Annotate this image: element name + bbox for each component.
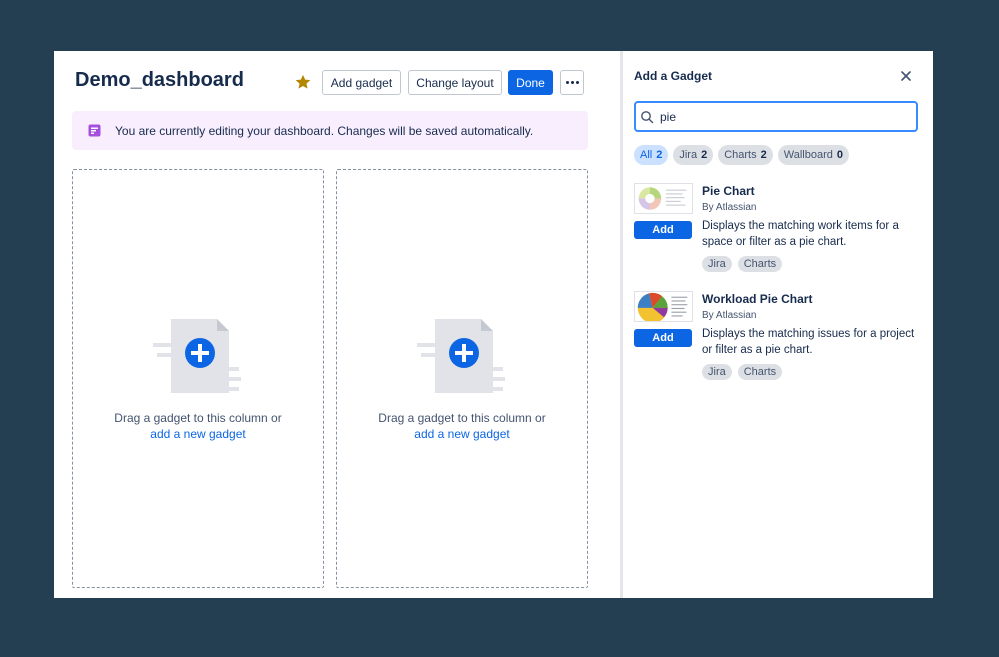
gadget-description: Displays the matching work items for a s…: [702, 220, 899, 248]
dashboard-window: Demo_dashboard Add gadget Change layout …: [54, 51, 933, 598]
done-button[interactable]: Done: [508, 70, 553, 95]
page-title: Demo_dashboard: [75, 69, 244, 91]
pie-chart-thumbnail: [634, 183, 693, 214]
gadget-result-pie-chart: Add Pie Chart By Atlassian Displays the …: [634, 183, 924, 283]
category-filters: All 2 Jira 2 Charts 2 Wallboard 0: [634, 145, 849, 165]
gadget-tags: Jira Charts: [702, 256, 783, 272]
filter-chip-jira[interactable]: Jira 2: [673, 145, 714, 165]
filter-label: All: [640, 149, 653, 161]
drag-instruction: Drag a gadget to this column or: [378, 411, 546, 425]
add-new-gadget-link[interactable]: add a new gadget: [337, 426, 587, 442]
filter-count: 0: [836, 149, 843, 161]
more-icon: [565, 81, 579, 84]
filter-label: Wallboard: [783, 149, 833, 161]
add-gadget-button[interactable]: Add gadget: [322, 70, 401, 95]
dashboard-editor: Demo_dashboard Add gadget Change layout …: [54, 51, 620, 598]
dashboard-column-1[interactable]: Drag a gadget to this column or add a ne…: [72, 169, 324, 588]
add-workload-pie-chart-button[interactable]: Add: [634, 329, 692, 347]
add-pie-chart-button[interactable]: Add: [634, 221, 692, 239]
tag-jira: Jira: [702, 364, 732, 380]
add-new-gadget-link[interactable]: add a new gadget: [73, 426, 323, 442]
filter-chip-all[interactable]: All 2: [634, 145, 669, 165]
filter-count: 2: [656, 149, 663, 161]
search-icon: [641, 110, 654, 123]
add-gadget-illustration-icon: [417, 319, 505, 393]
close-icon[interactable]: [899, 69, 913, 83]
gadget-result-workload-pie-chart: Add Workload Pie Chart By Atlassian Disp…: [634, 291, 924, 391]
filter-label: Jira: [679, 149, 698, 161]
editing-banner: You are currently editing your dashboard…: [72, 111, 588, 150]
column-empty-text: Drag a gadget to this column or add a ne…: [73, 410, 323, 442]
banner-text: You are currently editing your dashboard…: [115, 123, 534, 138]
gadget-author: By Atlassian: [702, 310, 757, 321]
more-actions-button[interactable]: [560, 70, 584, 95]
tag-charts: Charts: [737, 256, 783, 272]
gadget-name: Pie Chart: [702, 184, 755, 198]
add-gadget-illustration-icon: [153, 319, 241, 393]
star-icon[interactable]: [294, 73, 312, 91]
tag-charts: Charts: [737, 364, 783, 380]
drag-instruction: Drag a gadget to this column or: [114, 411, 282, 425]
gadget-search-input[interactable]: [660, 109, 890, 124]
gadget-name: Workload Pie Chart: [702, 292, 813, 306]
panel-title: Add a Gadget: [634, 69, 713, 83]
workload-pie-chart-thumbnail: [634, 291, 693, 322]
gadget-search-box[interactable]: [634, 101, 918, 132]
gadget-tags: Jira Charts: [702, 364, 783, 380]
dashboard-column-2[interactable]: Drag a gadget to this column or add a ne…: [336, 169, 588, 588]
edit-note-icon: [88, 124, 101, 137]
filter-chip-wallboard[interactable]: Wallboard 0: [777, 145, 849, 165]
add-gadget-panel: Add a Gadget All 2 Jira 2 Charts 2: [623, 51, 933, 598]
gadget-description: Displays the matching issues for a proje…: [702, 328, 915, 356]
filter-count: 2: [760, 149, 767, 161]
filter-count: 2: [701, 149, 708, 161]
filter-label: Charts: [724, 149, 757, 161]
tag-jira: Jira: [702, 256, 732, 272]
column-empty-text: Drag a gadget to this column or add a ne…: [337, 410, 587, 442]
change-layout-button[interactable]: Change layout: [408, 70, 502, 95]
gadget-author: By Atlassian: [702, 202, 757, 213]
filter-chip-charts[interactable]: Charts 2: [718, 145, 773, 165]
